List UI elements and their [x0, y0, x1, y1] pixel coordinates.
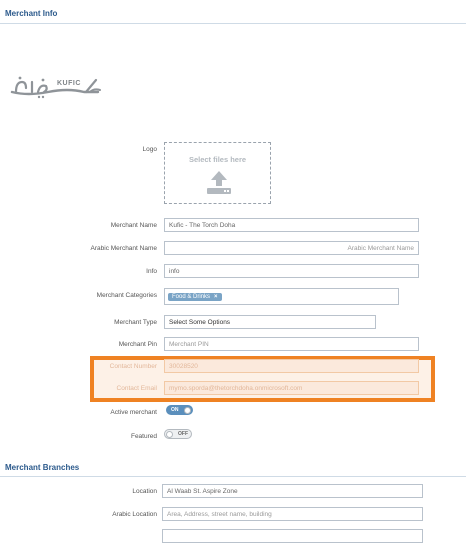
logo-latin-text: KUFIC — [57, 80, 81, 87]
merchant-logo: KUFIC — [8, 70, 104, 102]
active-merchant-toggle[interactable]: ON — [166, 405, 193, 415]
location-input[interactable]: Al Waab St. Aspire Zone — [162, 484, 423, 498]
merchant-name-label: Merchant Name — [110, 222, 157, 229]
info-label: Info — [146, 268, 157, 275]
arabic-merchant-name-input[interactable]: Arabic Merchant Name — [164, 241, 419, 255]
logo-dropzone[interactable]: Select files here — [164, 142, 271, 204]
section-divider — [0, 476, 466, 477]
dropzone-text: Select files here — [188, 155, 247, 164]
merchant-name-input[interactable]: Kufic - The Torch Doha — [164, 218, 419, 232]
logo-label: Logo — [142, 146, 157, 153]
contact-email-input[interactable]: mymo.sporda@thetorchdoha.onmicrosoft.com — [164, 381, 419, 395]
contact-number-input[interactable]: 30028520 — [164, 359, 419, 373]
merchant-branches-title: Merchant Branches — [5, 463, 80, 472]
toggle-knob — [166, 430, 173, 438]
merchant-type-label: Merchant Type — [114, 319, 157, 326]
arabic-location-label: Arabic Location — [112, 511, 157, 518]
featured-toggle[interactable]: OFF — [164, 429, 192, 439]
category-tag[interactable]: Food & Drinks × — [168, 292, 222, 301]
toggle-knob — [184, 406, 191, 414]
remove-tag-icon[interactable]: × — [214, 294, 218, 300]
merchant-type-select[interactable]: Select Some Options — [164, 315, 376, 329]
upload-icon — [207, 171, 231, 194]
featured-label: Featured — [130, 433, 157, 440]
active-merchant-label: Active merchant — [110, 409, 157, 416]
toggle-state-text: OFF — [178, 431, 188, 437]
info-input[interactable]: info — [164, 264, 419, 278]
next-branch-field[interactable] — [162, 529, 423, 543]
merchant-logo-art — [10, 76, 101, 99]
contact-email-label: Contact Email — [116, 385, 157, 392]
arabic-location-input[interactable]: Area, Address, street name, building — [162, 507, 423, 521]
merchant-pin-input[interactable]: Merchant PIN — [164, 337, 419, 351]
merchant-categories-label: Merchant Categories — [96, 292, 157, 299]
category-tag-label: Food & Drinks — [172, 293, 211, 300]
merchant-info-title: Merchant Info — [5, 9, 58, 18]
arabic-merchant-name-label: Arabic Merchant Name — [90, 245, 157, 252]
merchant-pin-label: Merchant Pin — [118, 341, 157, 348]
toggle-state-text: ON — [171, 407, 179, 413]
merchant-categories-select[interactable]: Food & Drinks × — [164, 288, 399, 305]
location-label: Location — [132, 488, 157, 495]
section-divider — [0, 23, 466, 24]
contact-number-label: Contact Number — [109, 363, 157, 370]
